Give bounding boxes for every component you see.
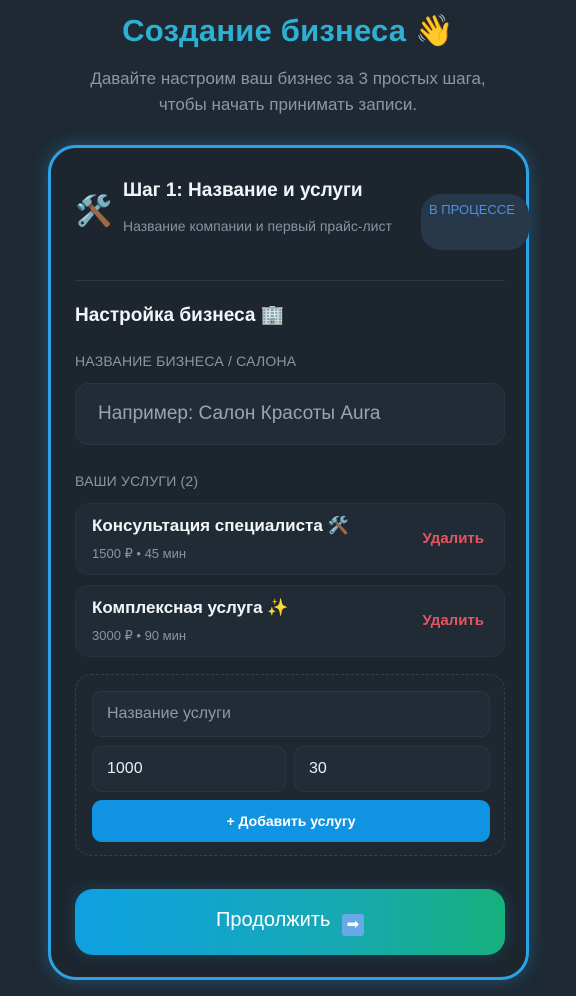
service-meta: 1500 ₽ • 45 мин xyxy=(92,546,187,561)
page: Создание бизнеса 👋 Давайте настроим ваш … xyxy=(0,0,576,996)
add-service-form: + Добавить услугу xyxy=(75,674,505,856)
service-name: Комплексная услуга ✨ xyxy=(92,598,289,617)
business-name-input[interactable] xyxy=(75,383,505,445)
tools-icon: 🛠️ xyxy=(75,195,113,228)
right-arrow-icon: ➡ xyxy=(341,913,364,936)
page-subtitle: Давайте настроим ваш бизнес за 3 простых… xyxy=(40,66,536,118)
step-title: Шаг 1: Название и услуги xyxy=(123,180,363,201)
continue-button[interactable]: Продолжить ➡ xyxy=(75,889,505,955)
page-title: Создание бизнеса 👋 xyxy=(0,12,576,49)
service-item: Комплексная услуга ✨ 3000 ₽ • 90 мин Уда… xyxy=(75,585,505,657)
delete-service-button[interactable]: Удалить xyxy=(422,530,484,547)
service-price-input[interactable] xyxy=(92,746,286,792)
service-duration-input[interactable] xyxy=(294,746,490,792)
page-title-text: Создание бизнеса xyxy=(122,13,407,48)
services-label: ВАШИ УСЛУГИ (2) xyxy=(75,473,199,489)
status-badge: В процессе xyxy=(421,194,529,250)
section-title: Настройка бизнеса 🏢 xyxy=(75,305,285,326)
setup-card: 🛠️ Шаг 1: Название и услуги Название ком… xyxy=(48,145,529,980)
subtitle-line-1: Давайте настроим ваш бизнес за 3 простых… xyxy=(90,69,486,88)
service-item: Консультация специалиста 🛠️ 1500 ₽ • 45 … xyxy=(75,503,505,575)
business-name-label: НАЗВАНИЕ БИЗНЕСА / САЛОНА xyxy=(75,353,297,369)
divider xyxy=(75,280,505,281)
subtitle-line-2: чтобы начать принимать записи. xyxy=(158,95,418,114)
service-meta: 3000 ₽ • 90 мин xyxy=(92,628,187,643)
service-name-input[interactable] xyxy=(92,691,490,737)
continue-label: Продолжить xyxy=(216,908,331,931)
service-name: Консультация специалиста 🛠️ xyxy=(92,516,349,535)
waving-hand-icon: 👋 xyxy=(415,13,454,48)
step-header: 🛠️ Шаг 1: Название и услуги Название ком… xyxy=(75,176,529,256)
add-service-button[interactable]: + Добавить услугу xyxy=(92,800,490,842)
step-description: Название компании и первый прайс-лист xyxy=(123,218,392,234)
delete-service-button[interactable]: Удалить xyxy=(422,612,484,629)
